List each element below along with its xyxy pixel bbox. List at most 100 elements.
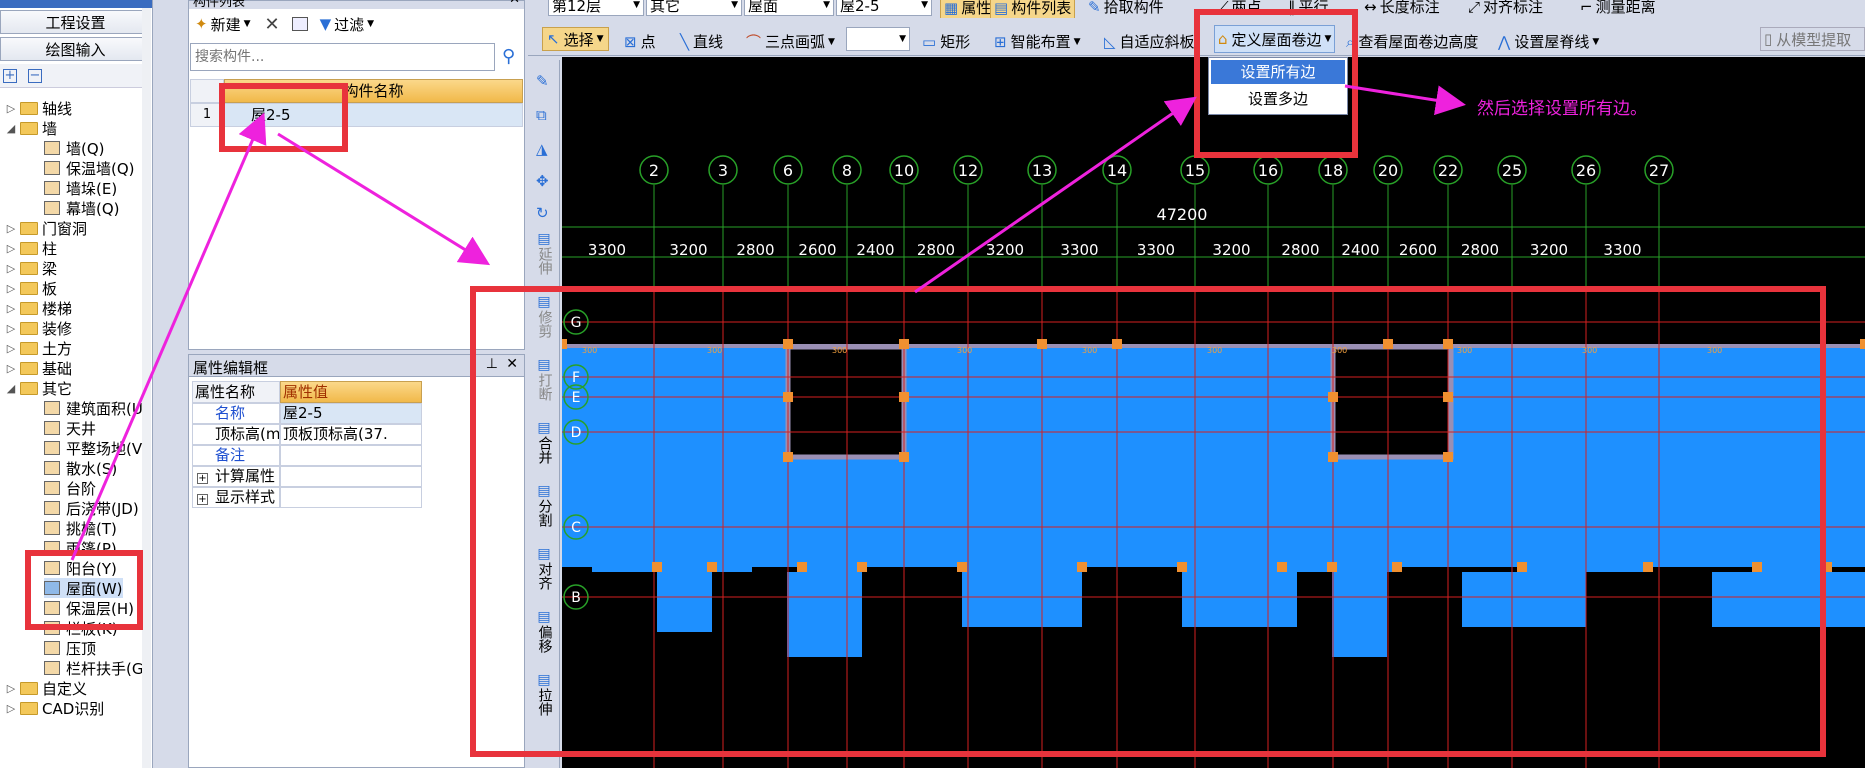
tree-item[interactable]: ▷ 楼梯 xyxy=(6,298,72,318)
vertical-tool-button[interactable]: ▤ 打断 xyxy=(528,358,560,402)
property-row[interactable]: 名称 屋2-5 xyxy=(192,403,422,424)
set-ridge-line-button[interactable]: ⋀ 设置屋脊线 ▼ xyxy=(1498,31,1599,52)
properties-button[interactable]: ▦ 属性 xyxy=(940,0,996,18)
length-mark-button[interactable]: ↔ 长度标注 xyxy=(1364,0,1440,17)
delete-icon[interactable]: ✕ xyxy=(265,14,280,35)
set-all-edges-item[interactable]: 设置所有边 xyxy=(1211,60,1345,84)
set-multiple-edges-item[interactable]: 设置多边 xyxy=(1211,87,1345,111)
copy-tool-icon[interactable]: ⧉ xyxy=(536,106,547,124)
tree-item[interactable]: ▷ 土方 xyxy=(6,338,72,358)
collapse-icon[interactable]: ◢ xyxy=(6,122,16,135)
measure-distance-button[interactable]: ⌐ 测量距离 xyxy=(1580,0,1656,17)
close-icon[interactable]: ✕ xyxy=(509,0,520,7)
tree-item[interactable]: 建筑面积(U) xyxy=(44,398,149,418)
tree-item[interactable]: 阳台(Y) xyxy=(44,558,117,578)
tree-item[interactable]: 屋面(W) xyxy=(44,578,123,598)
property-value[interactable]: 屋2-5 xyxy=(280,403,422,424)
tree-item[interactable]: 雨篷(P) xyxy=(44,538,117,558)
tree-item[interactable]: 挑檐(T) xyxy=(44,518,117,538)
cad-drawing-canvas[interactable]: 2 3 6 8 10 12 13 14 15 16 18 20 22 25 26 27 47200 3300 320… xyxy=(562,57,1865,768)
tree-item[interactable]: 栏杆扶手(G) xyxy=(44,658,149,678)
expand-icon[interactable]: ▷ xyxy=(6,702,16,715)
property-row[interactable]: + 计算属性 xyxy=(192,466,422,487)
tree-item[interactable]: 天井 xyxy=(44,418,96,438)
expand-icon[interactable]: + xyxy=(197,494,208,505)
tree-item[interactable]: ▷ 梁 xyxy=(6,258,57,278)
brush-icon[interactable]: ✎ xyxy=(536,72,549,90)
select-button[interactable]: ↖ 选择 ▼ xyxy=(542,27,609,51)
vertical-tool-button[interactable]: ▤ 对齐 xyxy=(528,547,560,591)
expand-icon[interactable]: ▷ xyxy=(6,222,16,235)
vertical-tool-button[interactable]: ▤ 延伸 xyxy=(528,232,560,276)
pin-icon[interactable]: ⊥ xyxy=(486,356,498,372)
expand-icon[interactable]: ▷ xyxy=(6,242,16,255)
tree-item[interactable]: ▷ 装修 xyxy=(6,318,72,338)
tree-item[interactable]: 墙(Q) xyxy=(44,138,105,158)
collapse-icon[interactable]: ◢ xyxy=(6,382,16,395)
adaptive-slope-button[interactable]: ◺ 自适应斜板 xyxy=(1104,31,1209,52)
table-row[interactable]: 1 屋2-5 xyxy=(190,103,523,127)
align-mark-button[interactable]: ⤢ 对齐标注 xyxy=(1468,0,1543,17)
tree-item[interactable]: 压顶 xyxy=(44,638,96,658)
expand-icon[interactable]: ▷ xyxy=(6,342,16,355)
arc-param-select[interactable]: ▼ xyxy=(846,27,910,51)
view-roof-edge-height-button[interactable]: ⌕ 查看屋面卷边高度 xyxy=(1346,31,1478,52)
two-point-button[interactable]: ⟋ 两点 xyxy=(1218,0,1262,17)
expand-icon[interactable]: ▷ xyxy=(6,682,16,695)
three-point-arc-button[interactable]: ⌒ 三点画弧 ▼ xyxy=(746,31,835,52)
pick-component-button[interactable]: ✎ 拾取构件 xyxy=(1088,0,1164,17)
tree-item[interactable]: ▷ CAD识别 xyxy=(6,698,105,718)
line-button[interactable]: ╲ 直线 xyxy=(680,31,723,52)
filter-button[interactable]: ▼ 过滤 ▼ xyxy=(320,14,374,35)
property-row[interactable]: 顶标高(m) 顶板顶标高(37. xyxy=(192,424,422,445)
search-icon[interactable]: ⚲ xyxy=(502,46,515,67)
point-button[interactable]: ⊠ 点 xyxy=(624,31,656,52)
nav-scrollbar[interactable] xyxy=(142,8,151,768)
tree-item[interactable]: ◢ 墙 xyxy=(6,118,57,138)
tree-item[interactable]: 保温层(H) xyxy=(44,598,134,618)
tree-item[interactable]: 散水(S) xyxy=(44,458,117,478)
vertical-tool-button[interactable]: ▤ 修剪 xyxy=(528,295,560,339)
expand-icon[interactable]: ▷ xyxy=(6,302,16,315)
property-value[interactable] xyxy=(280,445,422,466)
tree-item[interactable]: 墙垛(E) xyxy=(44,178,117,198)
subcategory-select[interactable]: 屋面 ▼ xyxy=(744,0,834,16)
tree-item[interactable]: ▷ 自定义 xyxy=(6,678,87,698)
expand-icon[interactable]: ▷ xyxy=(6,102,16,115)
floor-select[interactable]: 第12层 ▼ xyxy=(548,0,644,16)
rectangle-button[interactable]: ▭ 矩形 xyxy=(922,31,970,52)
vertical-tool-button[interactable]: ▤ 分割 xyxy=(528,484,560,528)
component-select[interactable]: 屋2-5 ▼ xyxy=(836,0,932,16)
tree-item[interactable]: 幕墙(Q) xyxy=(44,198,120,218)
property-row[interactable]: 备注 xyxy=(192,445,422,466)
expand-icon[interactable]: ▷ xyxy=(6,362,16,375)
expand-all-icon[interactable]: + xyxy=(3,69,17,83)
component-name-cell[interactable]: 屋2-5 xyxy=(224,103,523,127)
expand-icon[interactable]: + xyxy=(197,473,208,484)
tree-item[interactable]: ▷ 板 xyxy=(6,278,57,298)
tree-item[interactable]: 保温墙(Q) xyxy=(44,158,135,178)
tree-item[interactable]: ▷ 柱 xyxy=(6,238,57,258)
component-search-input[interactable] xyxy=(190,43,495,71)
category-select[interactable]: 其它 ▼ xyxy=(646,0,742,16)
vertical-tool-button[interactable]: ▤ 合并 xyxy=(528,421,560,465)
engineering-settings-button[interactable]: 工程设置 xyxy=(0,10,151,34)
tree-item[interactable]: ◢ 其它 xyxy=(6,378,72,398)
tree-item[interactable]: ▷ 门窗洞 xyxy=(6,218,87,238)
tree-item[interactable]: ▷ 基础 xyxy=(6,358,72,378)
smart-layout-button[interactable]: ⊞ 智能布置 ▼ xyxy=(994,31,1081,52)
tree-item[interactable]: 平整场地(V) xyxy=(44,438,148,458)
new-component-button[interactable]: ✦ 新建 ▼ xyxy=(195,14,251,35)
extract-from-model-button[interactable]: ▯ 从模型提取 xyxy=(1760,27,1865,51)
move-icon[interactable]: ✥ xyxy=(536,172,549,190)
cad-floor-plan[interactable]: 2 3 6 8 10 12 13 14 15 16 18 20 22 25 26 27 47200 3300 320… xyxy=(562,57,1865,768)
expand-icon[interactable]: ▷ xyxy=(6,262,16,275)
rotate-icon[interactable]: ↻ xyxy=(536,204,549,222)
collapse-all-icon[interactable]: − xyxy=(28,69,42,83)
tree-item[interactable]: 后浇带(JD) xyxy=(44,498,139,518)
property-value[interactable]: 顶板顶标高(37. xyxy=(280,424,422,445)
expand-icon[interactable]: ▷ xyxy=(6,322,16,335)
component-list-button[interactable]: ▤ 构件列表 xyxy=(990,0,1076,18)
close-icon[interactable]: ✕ xyxy=(506,356,518,372)
property-row[interactable]: + 显示样式 xyxy=(192,487,422,508)
